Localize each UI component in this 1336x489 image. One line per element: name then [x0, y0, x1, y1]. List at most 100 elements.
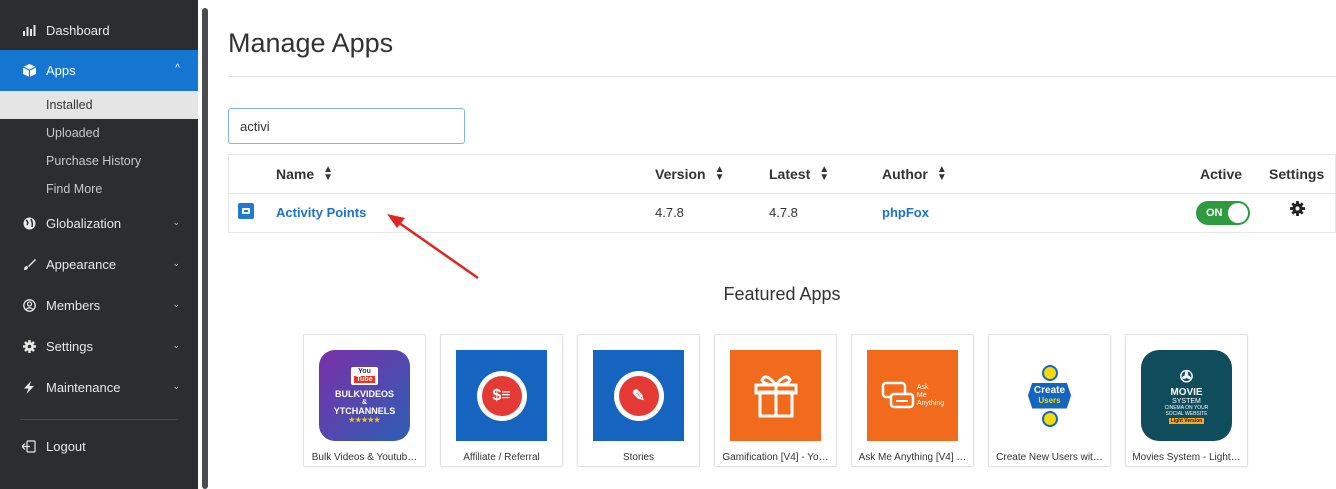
- chevron-down-icon: ⌄: [172, 258, 180, 268]
- chevron-down-icon: ⌄: [172, 299, 180, 309]
- settings-gear-icon[interactable]: [1290, 201, 1305, 221]
- sidebar-subitem-purchase-history[interactable]: Purchase History: [0, 147, 198, 175]
- user-avatar-icon: [1041, 410, 1058, 427]
- logout-icon: [21, 440, 37, 453]
- paint-brush-icon: [21, 258, 37, 271]
- sidebar-subitem-uploaded[interactable]: Uploaded: [0, 119, 198, 147]
- thumb-text: SOCIAL WEBSITE: [1165, 411, 1208, 417]
- app-latest-version: 4.7.8: [769, 205, 798, 220]
- app-name-link[interactable]: Activity Points: [276, 205, 366, 220]
- gift-box-icon: [754, 374, 797, 417]
- chevron-down-icon: ⌄: [172, 217, 180, 227]
- gamification-thumb: [730, 350, 821, 441]
- affiliate-thumb: $≡: [456, 350, 547, 441]
- sidebar-subitem-find-more[interactable]: Find More: [0, 175, 198, 203]
- column-header-latest[interactable]: Latest ▲ ▼: [769, 164, 830, 183]
- gear-icon: [21, 340, 37, 353]
- search-input[interactable]: [228, 108, 465, 144]
- app-version: 4.7.8: [655, 205, 684, 220]
- bolt-icon: [21, 381, 37, 394]
- chevron-down-icon: ⌄: [172, 381, 180, 391]
- globe-icon: [21, 217, 37, 230]
- stories-thumb: ✎: [593, 350, 684, 441]
- page-title: Manage Apps: [228, 28, 394, 58]
- featured-app-name: Movies System - Light…: [1132, 452, 1241, 463]
- sidebar-item-label: Dashboard: [46, 22, 110, 38]
- red-arrow-annotation: [387, 214, 479, 280]
- create-users-badge: Create Users: [1027, 382, 1072, 409]
- thumb-text: &: [361, 399, 368, 406]
- sidebar-item-members[interactable]: Members ⌄: [0, 285, 198, 326]
- active-toggle[interactable]: ON: [1196, 201, 1250, 225]
- edit-document-icon: ✎: [613, 370, 664, 421]
- thumb-text: Ask Me Anything: [916, 383, 945, 407]
- featured-app-card[interactable]: Gamification [V4] - Yo…: [714, 334, 837, 467]
- featured-app-name: Gamification [V4] - Yo…: [722, 452, 829, 463]
- column-label: Version: [655, 166, 706, 182]
- sidebar-item-settings[interactable]: Settings ⌄: [0, 326, 198, 367]
- sidebar-item-apps[interactable]: Apps ^: [0, 50, 198, 91]
- featured-app-card[interactable]: Create Users Create New Users wit…: [988, 334, 1111, 467]
- column-header-settings: Settings: [1269, 166, 1324, 182]
- cube-icon: [21, 64, 37, 77]
- chevron-up-icon: ^: [175, 63, 180, 74]
- page: Dashboard Apps ^ Installed Uploaded Purc…: [0, 0, 1336, 489]
- column-header-name[interactable]: Name ▲ ▼: [276, 164, 334, 183]
- bar-chart-icon: [21, 24, 37, 36]
- sidebar-divider: [20, 419, 178, 420]
- chevron-down-icon: ⌄: [172, 340, 180, 350]
- sidebar-item-appearance[interactable]: Appearance ⌄: [0, 244, 198, 285]
- sidebar-scrollbar[interactable]: [202, 8, 208, 489]
- column-header-author[interactable]: Author ▲ ▼: [882, 164, 947, 183]
- sidebar-subitem-installed[interactable]: Installed: [0, 91, 198, 119]
- sidebar-item-logout[interactable]: Logout: [0, 426, 198, 467]
- create-users-thumb: Create Users: [1004, 350, 1095, 441]
- thumb-text: Light Version: [1168, 418, 1205, 424]
- featured-app-name: Ask Me Anything [V4] …: [858, 452, 967, 463]
- featured-app-card[interactable]: $≡ Affiliate / Referral: [440, 334, 563, 467]
- money-bag-icon: $≡: [476, 370, 527, 421]
- column-label: Name: [276, 166, 315, 182]
- chat-bubbles-icon: [881, 381, 915, 408]
- column-label: Latest: [769, 166, 811, 182]
- column-label: Active: [1200, 166, 1243, 182]
- thumb-text: SYSTEM: [1172, 398, 1201, 405]
- toggle-knob: [1228, 203, 1248, 223]
- sort-icon: ▲ ▼: [936, 164, 947, 183]
- sidebar-item-maintenance[interactable]: Maintenance ⌄: [0, 367, 198, 408]
- app-author-link[interactable]: phpFox: [882, 205, 929, 220]
- featured-app-name: Stories: [622, 452, 655, 463]
- sidebar-item-label: Globalization: [46, 216, 122, 231]
- stars-icon: ★★★★★: [348, 417, 381, 424]
- sidebar-item-label: Members: [46, 298, 101, 313]
- user-avatar-icon: [1041, 364, 1058, 381]
- ask-me-anything-thumb: Ask Me Anything: [867, 350, 958, 441]
- film-reel-icon: ✇: [1179, 369, 1194, 386]
- thumb-text: MOVIE: [1170, 387, 1203, 398]
- youtube-logo-icon: You Tube: [351, 367, 378, 385]
- sort-icon: ▲ ▼: [714, 164, 725, 183]
- sidebar-item-label: Apps: [46, 63, 76, 78]
- featured-app-card[interactable]: ✇ MOVIE SYSTEM CINEMA ON YOUR SOCIAL WEB…: [1125, 334, 1248, 467]
- sidebar-item-label: Settings: [46, 339, 93, 354]
- sort-icon: ▲ ▼: [819, 164, 830, 183]
- column-label: Author: [882, 166, 928, 182]
- user-circle-icon: [21, 299, 37, 312]
- featured-app-card[interactable]: Ask Me Anything Ask Me Anything [V4] …: [851, 334, 974, 467]
- featured-app-name: Bulk Videos & Youtub…: [311, 452, 418, 463]
- sort-icon: ▲ ▼: [323, 164, 334, 183]
- sidebar-item-label: Logout: [46, 439, 86, 454]
- column-label: Settings: [1269, 166, 1325, 182]
- column-header-version[interactable]: Version ▲ ▼: [655, 164, 725, 183]
- main-content: Manage Apps Name ▲▼ Version ▲▼ Latest ▲▼…: [228, 0, 1336, 489]
- featured-app-card[interactable]: You Tube BULKVIDEOS & YTCHANNELS ★★★★★ Bu…: [303, 334, 426, 467]
- toggle-label: ON: [1206, 207, 1223, 219]
- sidebar-item-globalization[interactable]: Globalization ⌄: [0, 203, 198, 244]
- featured-app-name: Create New Users wit…: [996, 452, 1103, 463]
- featured-apps-heading: Featured Apps: [723, 284, 841, 304]
- title-divider: [228, 76, 1336, 77]
- thumb-text: BULKVIDEOS: [334, 389, 394, 399]
- thumb-text: YTCHANNELS: [333, 406, 396, 416]
- sidebar-item-label: Appearance: [46, 257, 117, 272]
- featured-app-card[interactable]: ✎ Stories: [577, 334, 700, 467]
